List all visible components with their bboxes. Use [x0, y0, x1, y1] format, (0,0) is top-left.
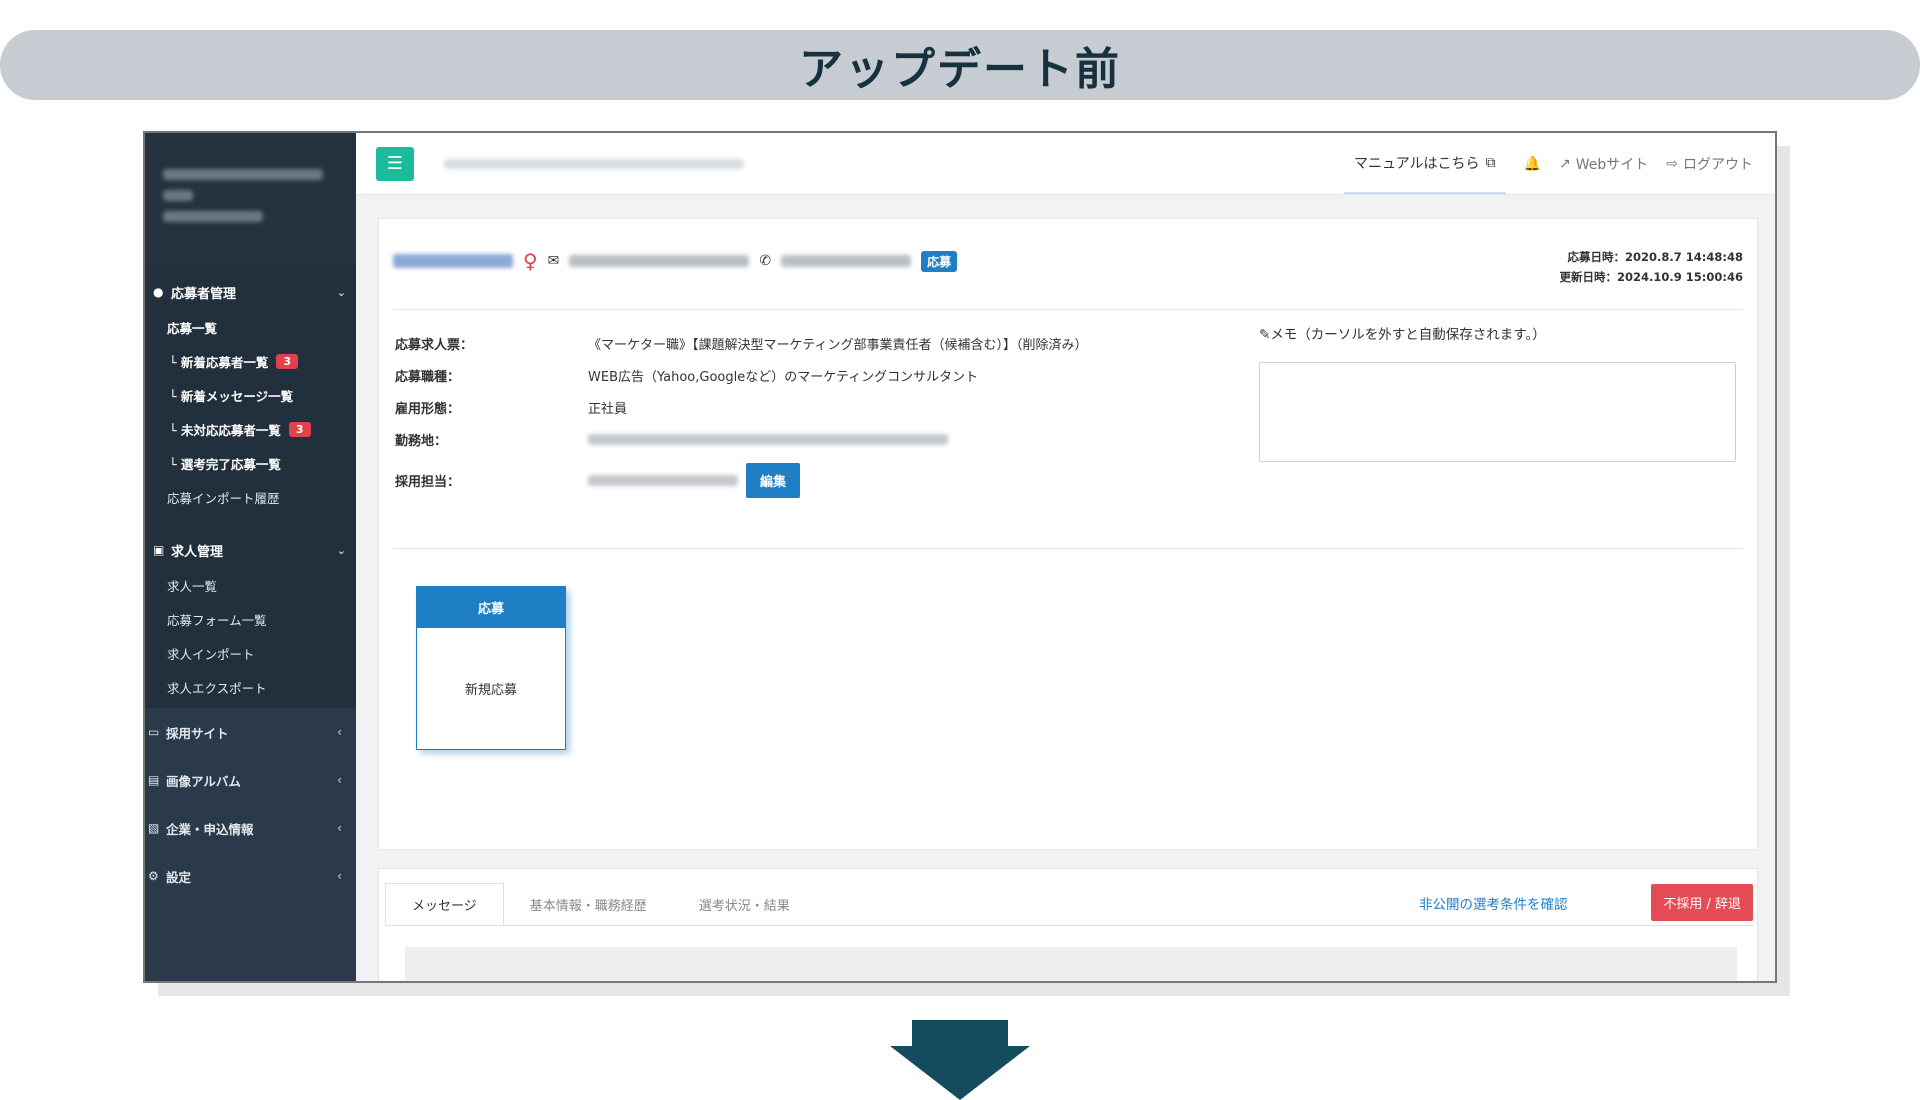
- owner-redacted: [588, 474, 738, 486]
- updated-at: 更新日時：2024.10.9 15:00:46: [1559, 270, 1743, 284]
- sidebar-item-recruit-site[interactable]: ▭ 採用サイト ‹: [145, 708, 356, 756]
- divider: [393, 548, 1743, 549]
- status-card-body: 新規応募: [464, 683, 517, 698]
- detail-row-owner: 採用担当： 編集: [395, 455, 1087, 505]
- detail-tabs-card: メッセージ 基本情報・職務経歴 選考状況・結果 非公開の選考条件を確認 不採用 …: [378, 868, 1758, 981]
- sidebar-item-import-history[interactable]: 応募インポート履歴: [145, 480, 356, 514]
- email-redacted: [569, 255, 750, 267]
- sidebar-item-company[interactable]: ▧ 企業・申込情報 ‹: [145, 804, 356, 852]
- company-breadcrumb-redacted: [444, 158, 744, 169]
- female-icon: ♀: [523, 249, 538, 273]
- sidebar-item-completed[interactable]: └ 選考完了応募一覧: [145, 446, 356, 480]
- screenshot-frame: ● 応募者管理 ⌄ 応募一覧 └ 新着応募者一覧 3 └ 新着メッセージ一覧 └ …: [143, 131, 1777, 983]
- external-link-icon: ↗: [1559, 155, 1571, 172]
- banner-title: アップデート前: [799, 44, 1121, 95]
- location-redacted: [588, 433, 948, 445]
- phone-icon: ✆: [759, 253, 772, 269]
- sidebar-item-jobs[interactable]: 求人一覧: [145, 568, 356, 602]
- topbar: ☰ マニュアルはこちら ⧉ 🔔 ↗ Webサイト ⇨ ログアウト: [356, 133, 1775, 195]
- tab-underline: [385, 925, 1753, 926]
- count-badge: 3: [276, 353, 299, 369]
- detail-row-job: 応募求人票： 《マーケター職》【課題解決型マーケティング部事業責任者（候補含む）…: [395, 337, 1088, 353]
- status-card[interactable]: 応募 新規応募: [416, 586, 566, 750]
- chevron-left-icon: ‹: [337, 869, 342, 883]
- chevron-left-icon: ‹: [337, 725, 342, 739]
- sidebar-item-job-import[interactable]: 求人インポート: [145, 636, 356, 670]
- mail-icon: ✉: [547, 253, 560, 269]
- notification-bell-icon[interactable]: 🔔: [1524, 156, 1541, 172]
- divider: [393, 309, 1743, 310]
- users-icon: ●: [153, 285, 164, 299]
- image-icon: ▤: [148, 773, 160, 787]
- application-details: 応募求人票： 《マーケター職》【課題解決型マーケティング部事業責任者（候補含む）…: [395, 327, 1087, 505]
- laptop-icon: ▭: [148, 725, 160, 739]
- sidebar: ● 応募者管理 ⌄ 応募一覧 └ 新着応募者一覧 3 └ 新着メッセージ一覧 └ …: [145, 133, 356, 981]
- timestamps: 応募日時：2020.8.7 14:48:48 更新日時：2024.10.9 15…: [1560, 247, 1743, 287]
- hamburger-icon: ☰: [386, 153, 404, 174]
- menu-section-jobs: ▣ 求人管理 ⌄ 求人一覧 応募フォーム一覧 求人インポート 求人エクスポート: [145, 518, 356, 708]
- menu-section-applicants: ● 応募者管理 ⌄ 応募一覧 └ 新着応募者一覧 3 └ 新着メッセージ一覧 └ …: [145, 264, 356, 518]
- topbar-links: マニュアルはこちら ⧉ 🔔 ↗ Webサイト ⇨ ログアウト: [1343, 133, 1775, 194]
- detail-row-role: 応募職種： WEB広告（Yahoo,Googleなど）のマーケティングコンサルタ…: [395, 369, 979, 385]
- applicant-card: ♀ ✉ ✆ 応募 応募日時：2020.8.7 14:48:48 更新日時：202…: [378, 218, 1758, 850]
- status-badge: 応募: [921, 250, 958, 272]
- sidebar-item-forms[interactable]: 応募フォーム一覧: [145, 602, 356, 636]
- tab-basic-info[interactable]: 基本情報・職務経歴: [504, 883, 673, 925]
- sidebar-item-album[interactable]: ▤ 画像アルバム ‹: [145, 756, 356, 804]
- external-window-icon: ⧉: [1485, 154, 1496, 171]
- id-card-icon: ▣: [153, 543, 165, 557]
- website-link[interactable]: ↗ Webサイト: [1559, 154, 1648, 174]
- phone-redacted: [781, 255, 912, 267]
- tab-selection-status[interactable]: 選考状況・結果: [673, 883, 816, 925]
- count-badge: 3: [288, 421, 311, 437]
- brand-sub-redacted: [163, 211, 263, 222]
- down-arrow-icon: [890, 1020, 1030, 1100]
- logout-link[interactable]: ⇨ ログアウト: [1666, 154, 1753, 174]
- chevron-down-icon: ⌄: [336, 285, 346, 299]
- tabs: メッセージ 基本情報・職務経歴 選考状況・結果: [385, 883, 816, 925]
- status-card-head: 応募: [417, 587, 565, 628]
- detail-row-employment: 雇用形態： 正社員: [395, 401, 628, 417]
- brand-name-redacted: [163, 169, 323, 180]
- sign-out-icon: ⇨: [1666, 155, 1678, 172]
- applicant-name-redacted: [393, 254, 513, 268]
- menu-head-jobs[interactable]: ▣ 求人管理 ⌄: [145, 532, 356, 568]
- menu-toggle-button[interactable]: ☰: [376, 146, 414, 181]
- edit-owner-button[interactable]: 編集: [746, 462, 801, 498]
- banner: アップデート前: [0, 30, 1920, 100]
- manual-link[interactable]: マニュアルはこちら ⧉: [1343, 133, 1506, 194]
- detail-row-location: 勤務地：: [395, 423, 1087, 455]
- pencil-icon: ✎: [1259, 327, 1271, 343]
- chevron-down-icon: ⌄: [336, 543, 346, 557]
- menu-head-applicants[interactable]: ● 応募者管理 ⌄: [145, 274, 356, 310]
- chevron-left-icon: ‹: [337, 773, 342, 787]
- reject-button[interactable]: 不採用 / 辞退: [1651, 884, 1753, 921]
- gear-icon: ⚙: [148, 869, 159, 883]
- tab-message[interactable]: メッセージ: [385, 883, 504, 925]
- chevron-left-icon: ‹: [337, 821, 342, 835]
- memo-label: ✎メモ（カーソルを外すと自動保存されます。）: [1259, 327, 1546, 343]
- sidebar-item-unhandled[interactable]: └ 未対応応募者一覧 3: [145, 412, 356, 446]
- private-conditions-link[interactable]: 非公開の選考条件を確認: [1419, 893, 1568, 913]
- sidebar-item-new-applicants[interactable]: └ 新着応募者一覧 3: [145, 344, 356, 378]
- building-icon: ▧: [148, 821, 160, 835]
- sidebar-item-applications[interactable]: 応募一覧: [145, 310, 356, 344]
- sidebar-item-job-export[interactable]: 求人エクスポート: [145, 670, 356, 704]
- sidebar-item-new-messages[interactable]: └ 新着メッセージ一覧: [145, 378, 356, 412]
- applied-at: 応募日時：2020.8.7 14:48:48: [1567, 250, 1743, 264]
- memo-textarea[interactable]: [1259, 362, 1736, 462]
- sidebar-item-settings[interactable]: ⚙ 設定 ‹: [145, 852, 356, 900]
- applicant-header: ♀ ✉ ✆ 応募: [393, 249, 958, 273]
- message-area: [405, 947, 1737, 981]
- company-brand: [145, 133, 356, 264]
- brand-name-redacted-2: [163, 190, 193, 201]
